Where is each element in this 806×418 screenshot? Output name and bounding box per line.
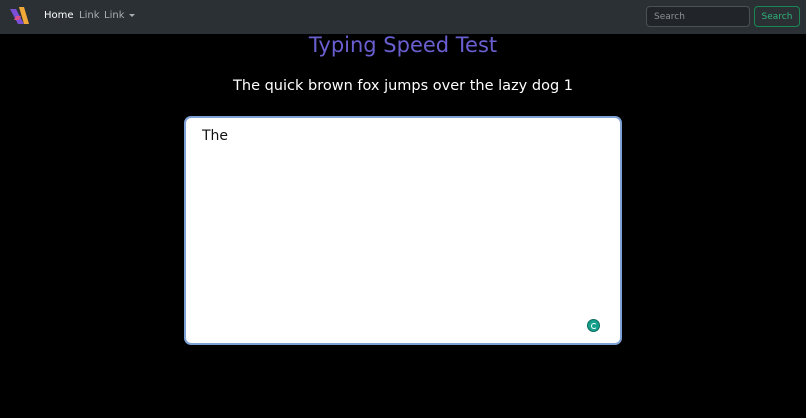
navbar: Home Link Link Search [0, 0, 806, 34]
caret-down-icon [129, 13, 136, 17]
nav-dropdown-link[interactable]: Link [104, 10, 136, 21]
typing-input[interactable]: The [184, 116, 622, 345]
nav-link-home[interactable]: Home [44, 10, 74, 21]
brand-logo-icon[interactable] [10, 7, 29, 24]
prompt-sentence: The quick brown fox jumps over the lazy … [233, 78, 573, 94]
search-button[interactable]: Search [754, 6, 800, 27]
grammar-assistant-icon[interactable] [587, 319, 600, 332]
grammar-assistant-glyph [590, 322, 597, 329]
nav-dropdown-label: Link [104, 10, 125, 21]
nav-link[interactable]: Link [79, 10, 99, 21]
search-input[interactable] [646, 6, 750, 27]
page-title: Typing Speed Test [308, 33, 498, 57]
